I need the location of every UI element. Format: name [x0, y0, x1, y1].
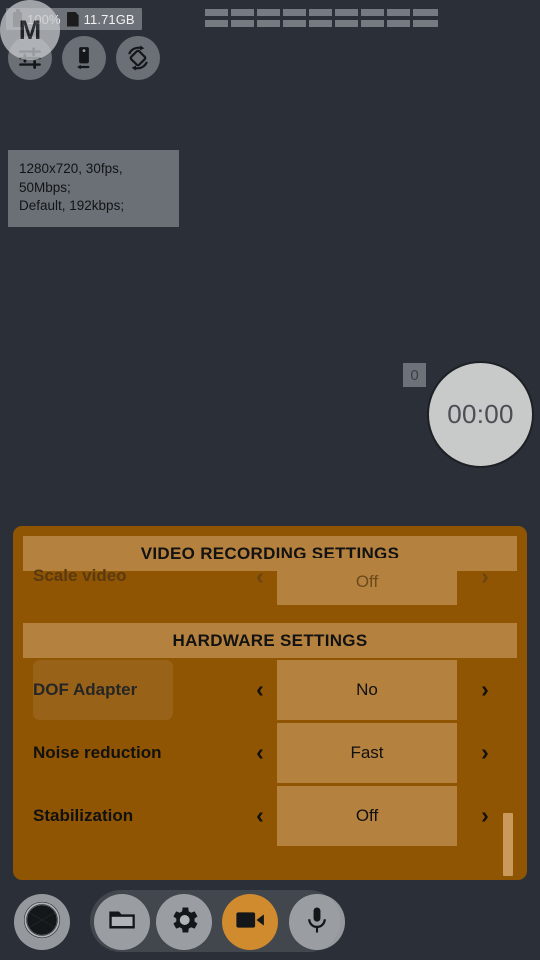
level-tick [332, 9, 335, 27]
rotation-lock-button[interactable] [116, 36, 160, 80]
video-camera-icon [233, 903, 267, 942]
video-mode-button[interactable] [222, 894, 278, 950]
video-format-line: 1280x720, 30fps, 50Mbps; [19, 161, 123, 195]
setting-value[interactable]: Fast [277, 722, 457, 783]
gear-icon [167, 903, 201, 942]
setting-row-noise-reduction[interactable]: Noise reduction ‹ Fast › [13, 721, 527, 784]
shot-counter-badge: 0 [403, 363, 426, 387]
storage-status: 11.71GB [66, 11, 135, 27]
prev-value-arrow[interactable]: ‹ [243, 804, 277, 827]
level-tick [384, 9, 387, 27]
gallery-button[interactable] [94, 894, 150, 950]
section-header-hardware: HARDWARE SETTINGS [23, 623, 517, 658]
settings-dialog[interactable]: VIDEO RECORDING SETTINGS Scale video ‹ O… [13, 526, 527, 880]
elapsed-timer[interactable]: 00:00 [427, 361, 534, 468]
sdcard-icon [66, 11, 79, 27]
setting-label: Noise reduction [33, 742, 162, 762]
setting-value[interactable]: Off [277, 785, 457, 846]
settings-button[interactable] [156, 894, 212, 950]
level-tick [438, 9, 441, 27]
recording-info-readout: 1280x720, 30fps, 50Mbps; Default, 192kbp… [8, 150, 179, 227]
level-tick [280, 9, 283, 27]
dialog-scrollbar-thumb[interactable] [503, 813, 513, 876]
setting-row-scale-video[interactable]: Scale video ‹ Off › [13, 558, 527, 611]
prev-value-arrow[interactable]: ‹ [243, 565, 277, 588]
aperture-icon [22, 900, 62, 945]
prev-value-arrow[interactable]: ‹ [243, 741, 277, 764]
next-value-arrow[interactable]: › [468, 741, 502, 764]
setting-value[interactable]: Off [277, 558, 457, 605]
level-tick [410, 9, 413, 27]
next-value-arrow[interactable]: › [468, 804, 502, 827]
prev-value-arrow[interactable]: ‹ [243, 678, 277, 701]
row-focus-highlight [33, 660, 173, 720]
setting-row-stabilization[interactable]: Stabilization ‹ Off › [13, 784, 527, 847]
next-value-arrow[interactable]: › [468, 678, 502, 701]
mode-button-m[interactable]: M [0, 0, 60, 60]
audio-format-line: Default, 192kbps; [19, 198, 125, 213]
setting-label: Stabilization [33, 805, 134, 825]
level-tick [358, 9, 361, 27]
level-tick [202, 9, 205, 27]
level-tick [254, 9, 257, 27]
level-tick [306, 9, 309, 27]
microphone-icon [301, 904, 333, 941]
level-tick [228, 9, 231, 27]
setting-label: Scale video [33, 566, 127, 585]
level-bar-bottom [202, 20, 441, 27]
screen-rotation-button[interactable] [62, 36, 106, 80]
folder-icon [106, 904, 138, 941]
screen-rotation-icon [71, 45, 97, 71]
setting-row-dof-adapter[interactable]: DOF Adapter ‹ No › [13, 658, 527, 721]
level-bar-top [202, 9, 441, 16]
storage-free: 11.71GB [83, 11, 135, 27]
next-value-arrow[interactable]: › [468, 565, 502, 588]
horizon-level-indicator [202, 9, 441, 29]
setting-value[interactable]: No [277, 659, 457, 720]
audio-button[interactable] [289, 894, 345, 950]
rotation-lock-icon [124, 44, 152, 72]
shutter-button[interactable] [14, 894, 70, 950]
